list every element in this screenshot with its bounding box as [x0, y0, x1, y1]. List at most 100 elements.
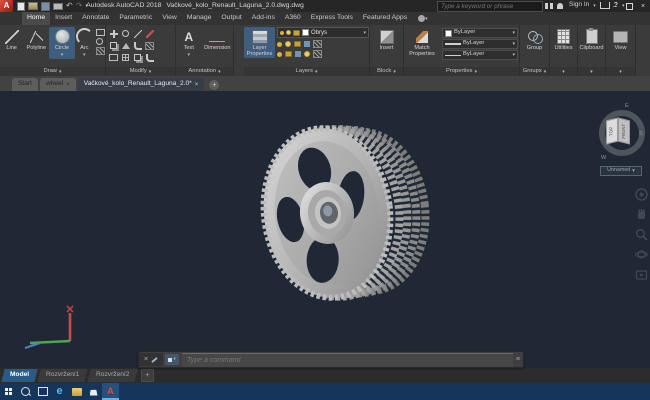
compass-east-label[interactable]: E [625, 104, 629, 110]
group-button[interactable]: Group [521, 27, 549, 53]
minimize-button[interactable]: – [608, 0, 622, 12]
layer-match-icon[interactable] [313, 40, 322, 48]
command-recent-icon[interactable]: ▾ [165, 354, 179, 365]
arc-button[interactable]: Arc ▾ [75, 27, 94, 59]
insert-block-button[interactable]: Insert [372, 27, 402, 53]
edge-button[interactable]: e [51, 383, 68, 400]
match-properties-button[interactable]: Match Properties [404, 27, 440, 58]
ribbon-tab-a360[interactable]: A360 [280, 12, 306, 25]
ribbon-settings-icon[interactable] [418, 15, 425, 22]
ribbon-settings-caret-icon[interactable]: ▾ [425, 17, 428, 22]
utilities-panel-label[interactable]: ▾ [550, 67, 577, 76]
compass-south-label[interactable]: S [639, 132, 643, 138]
viewcube-top-face[interactable]: TOP [606, 118, 618, 145]
open-file-icon[interactable] [28, 2, 38, 10]
view-panel-label[interactable]: ▾ [606, 67, 635, 76]
file-explorer-button[interactable] [68, 383, 85, 400]
rectangle-icon[interactable] [96, 29, 105, 36]
array-icon[interactable] [122, 54, 129, 61]
search-binoculars-icon[interactable] [545, 3, 553, 9]
named-view-dropdown[interactable]: Unnamed ▾ [600, 166, 642, 176]
ribbon-tab-home[interactable]: Home [22, 12, 50, 25]
groups-panel-label[interactable]: Groups▾ [520, 67, 549, 76]
save-icon[interactable] [41, 2, 50, 11]
trim-icon[interactable] [134, 30, 142, 38]
ribbon-tab-manage[interactable]: Manage [182, 12, 217, 25]
ribbon-tab-annotate[interactable]: Annotate [77, 12, 114, 25]
line-button[interactable]: Line [0, 27, 23, 53]
object-color-dropdown[interactable]: ByLayer ▾ [442, 28, 518, 38]
store-button[interactable] [85, 383, 102, 400]
modify-panel-label[interactable]: Modify▾ [106, 67, 175, 76]
clipboard-panel-label[interactable]: ▾ [578, 67, 605, 76]
help-search-box[interactable] [437, 1, 543, 12]
orbit-icon[interactable] [635, 248, 648, 261]
layout2-tab[interactable]: Rozvržení2 [88, 369, 139, 382]
polyline-button[interactable]: Polyline [23, 27, 49, 53]
offset-icon[interactable] [134, 54, 141, 61]
viewcube-front-face[interactable]: FRONT [618, 118, 630, 145]
ribbon-tab-express-tools[interactable]: Express Tools [306, 12, 358, 25]
file-tab-active[interactable]: Vačkové_kolo_Renault_Laguna_2.0* × [78, 78, 205, 91]
clipboard-button[interactable]: Clipboard [578, 27, 605, 53]
linetype-dropdown[interactable]: ByLayer ▾ [442, 50, 518, 60]
command-line[interactable]: × ▾ ≡ [138, 351, 524, 368]
model-tab[interactable]: Model [1, 369, 37, 382]
layer-dropdown-caret-icon[interactable]: ▾ [363, 31, 366, 36]
rotate-icon[interactable] [122, 30, 129, 37]
navigation-wheel-icon[interactable] [635, 188, 648, 201]
new-layout-button[interactable]: + [141, 369, 154, 382]
layer-properties-button[interactable]: Layer Properties [244, 27, 275, 58]
fillet-icon[interactable] [134, 42, 142, 50]
pan-hand-icon[interactable] [635, 208, 648, 221]
explode-icon[interactable] [145, 42, 154, 50]
zoom-magnifier-icon[interactable] [635, 228, 648, 241]
file-tab-start[interactable]: Start [12, 78, 38, 91]
chamfer-icon[interactable] [146, 54, 154, 62]
close-tab-icon[interactable]: × [195, 82, 199, 88]
dimension-button[interactable]: Dimension [202, 27, 233, 53]
help-search-input[interactable] [438, 3, 537, 10]
start-button[interactable] [0, 383, 17, 400]
layers-panel-label[interactable]: Layers▾ [244, 67, 369, 76]
block-panel-label[interactable]: Block▾ [370, 67, 403, 76]
viewcube[interactable]: E S W TOP FRONT Unnamed ▾ [595, 100, 650, 180]
redo-icon[interactable]: ↷ [76, 2, 83, 10]
task-view-button[interactable] [34, 383, 51, 400]
command-customize-wrench-icon[interactable] [151, 356, 158, 362]
ucs-icon[interactable] [20, 300, 76, 352]
compass-west-label[interactable]: W [601, 156, 606, 162]
undo-icon[interactable]: ↶ [66, 2, 73, 10]
file-tab-wheel[interactable]: wheel × [40, 78, 76, 91]
annotation-panel-label[interactable]: Annotation▾ [176, 67, 233, 76]
erase-icon[interactable] [146, 30, 154, 38]
showmotion-icon[interactable] [635, 268, 648, 281]
layer-lock-tool-icon[interactable] [294, 41, 301, 47]
gear-3d-model[interactable] [248, 116, 452, 314]
taskbar-search-button[interactable] [17, 383, 34, 400]
copy-icon[interactable] [110, 42, 117, 49]
ellipse-icon[interactable] [96, 38, 103, 45]
move-icon[interactable] [110, 30, 118, 38]
command-input[interactable] [182, 353, 513, 367]
layer-walk-icon[interactable] [277, 52, 282, 57]
new-file-icon[interactable] [17, 2, 25, 11]
new-drawing-tab-button[interactable]: + [209, 80, 219, 90]
autocad-taskbar-button[interactable]: A [102, 383, 119, 400]
layer-merge-icon[interactable] [304, 51, 310, 57]
layer-unisolate-icon[interactable] [295, 51, 301, 57]
layer-unlock-icon[interactable] [285, 51, 292, 57]
ribbon-tab-view[interactable]: View [157, 12, 182, 25]
circle-button[interactable]: Circle ▾ [49, 27, 74, 59]
layer-dropdown[interactable]: Obrys ▾ [277, 27, 369, 38]
command-menu-icon[interactable]: ≡ [513, 356, 523, 363]
ribbon-tab-featured-apps[interactable]: Featured Apps [358, 12, 412, 25]
utilities-button[interactable]: Utilities [550, 27, 577, 53]
draw-panel-label[interactable]: Draw▾ [0, 67, 105, 76]
stretch-icon[interactable] [109, 54, 118, 61]
layer-isolate-icon[interactable] [304, 41, 310, 47]
close-button[interactable]: × [636, 0, 650, 12]
layer-off-icon[interactable] [277, 42, 282, 47]
layer-freeze-icon[interactable] [285, 41, 291, 47]
command-close-icon[interactable]: × [144, 356, 148, 363]
